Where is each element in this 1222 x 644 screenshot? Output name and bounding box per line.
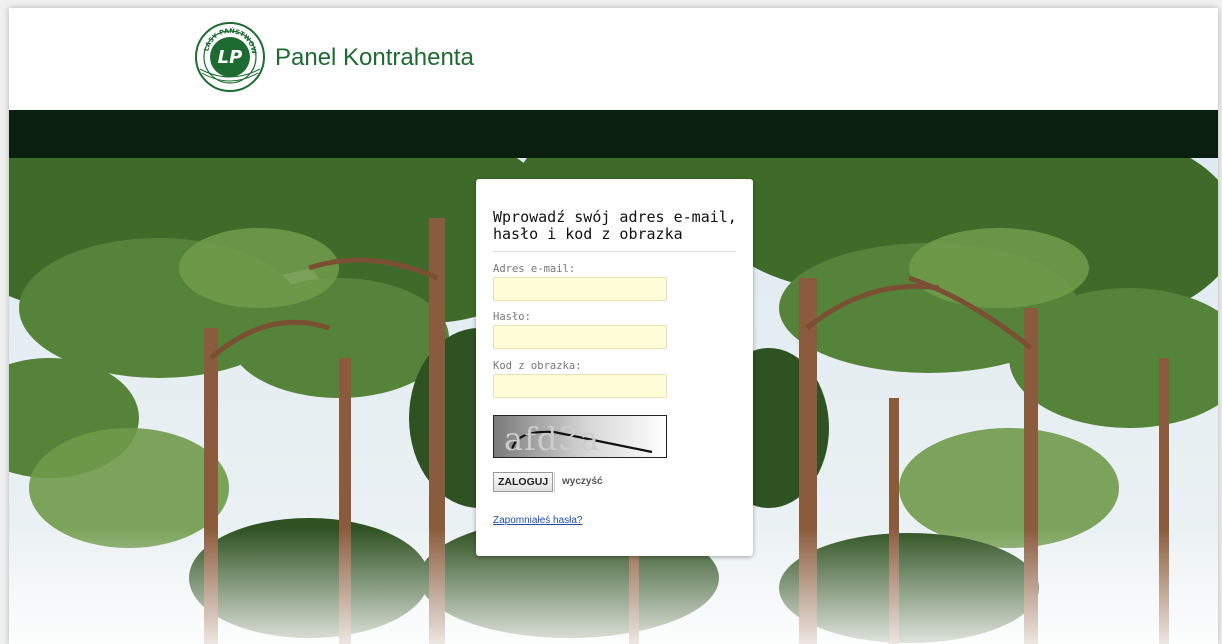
login-heading: Wprowadź swój adres e-mail, hasło i kod … bbox=[493, 208, 737, 243]
login-button[interactable]: ZALOGUJ bbox=[493, 472, 554, 492]
captcha-field[interactable] bbox=[493, 374, 667, 398]
heading-divider bbox=[493, 251, 736, 252]
lasy-panstwowe-logo: LP LASY PAŃSTWOWE bbox=[194, 21, 265, 92]
email-field[interactable] bbox=[493, 277, 667, 301]
button-separator bbox=[554, 472, 555, 492]
svg-text:LP: LP bbox=[218, 47, 243, 68]
forgot-password-link[interactable]: Zapomniałeś hasła? bbox=[493, 515, 583, 526]
captcha-image: afd3a bbox=[493, 415, 667, 458]
top-navigation-bar bbox=[9, 110, 1218, 158]
app-title: Panel Kontrahenta bbox=[275, 44, 474, 71]
login-panel: Wprowadź swój adres e-mail, hasło i kod … bbox=[476, 179, 753, 556]
email-label: Adres e-mail: bbox=[493, 263, 576, 275]
header: LP LASY PAŃSTWOWE Panel Kontrahenta bbox=[9, 8, 1218, 110]
clear-button[interactable]: wyczyść bbox=[562, 476, 603, 487]
password-label: Hasło: bbox=[493, 311, 531, 323]
page-frame: LP LASY PAŃSTWOWE Panel Kontrahenta bbox=[9, 8, 1218, 644]
password-field[interactable] bbox=[493, 325, 667, 349]
captcha-text: afd3a bbox=[504, 420, 600, 458]
captcha-label: Kod z obrazka: bbox=[493, 360, 582, 372]
